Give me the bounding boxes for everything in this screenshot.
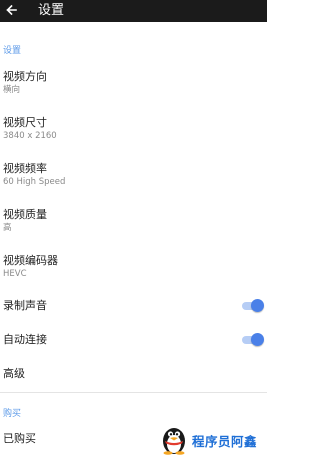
app-bar: 设置	[0, 0, 267, 22]
toggle-thumb	[251, 333, 264, 346]
setting-label: 视频方向	[3, 70, 47, 83]
setting-label: 视频编码器	[3, 254, 58, 267]
watermark-text: 程序员阿鑫	[192, 434, 258, 449]
setting-label: 自动连接	[3, 333, 47, 346]
page-title: 设置	[38, 3, 65, 18]
record-audio-toggle[interactable]	[242, 299, 264, 313]
setting-value: 横向	[3, 85, 21, 95]
toggle-thumb	[251, 299, 264, 312]
setting-label: 视频频率	[3, 162, 47, 175]
setting-label: 视频尺寸	[3, 116, 47, 129]
section-header-purchase: 购买	[3, 409, 22, 419]
auto-connect-toggle[interactable]	[242, 333, 264, 347]
setting-label: 视频质量	[3, 208, 47, 221]
setting-video-orientation[interactable]: 视频方向 横向	[0, 68, 267, 100]
watermark: 程序员阿鑫	[160, 425, 265, 455]
setting-advanced[interactable]: 高级	[0, 366, 267, 384]
setting-auto-connect[interactable]: 自动连接	[0, 332, 267, 350]
setting-video-size[interactable]: 视频尺寸 3840 x 2160	[0, 114, 267, 146]
setting-value: 高	[3, 223, 12, 233]
setting-value: HEVC	[3, 269, 27, 279]
setting-video-encoder[interactable]: 视频编码器 HEVC	[0, 252, 267, 284]
setting-video-quality[interactable]: 视频质量 高	[0, 206, 267, 238]
section-header-settings: 设置	[3, 46, 22, 56]
arrow-left-icon	[6, 4, 17, 16]
setting-label: 已购买	[3, 432, 36, 445]
setting-label: 高级	[3, 367, 25, 380]
section-divider	[0, 392, 267, 393]
setting-video-framerate[interactable]: 视频频率 60 High Speed	[0, 160, 267, 192]
setting-value: 60 High Speed	[3, 177, 66, 187]
penguin-icon	[163, 428, 185, 455]
setting-label: 录制声音	[3, 299, 47, 312]
setting-record-audio[interactable]: 录制声音	[0, 298, 267, 316]
setting-value: 3840 x 2160	[3, 131, 57, 141]
back-button[interactable]	[3, 0, 19, 20]
